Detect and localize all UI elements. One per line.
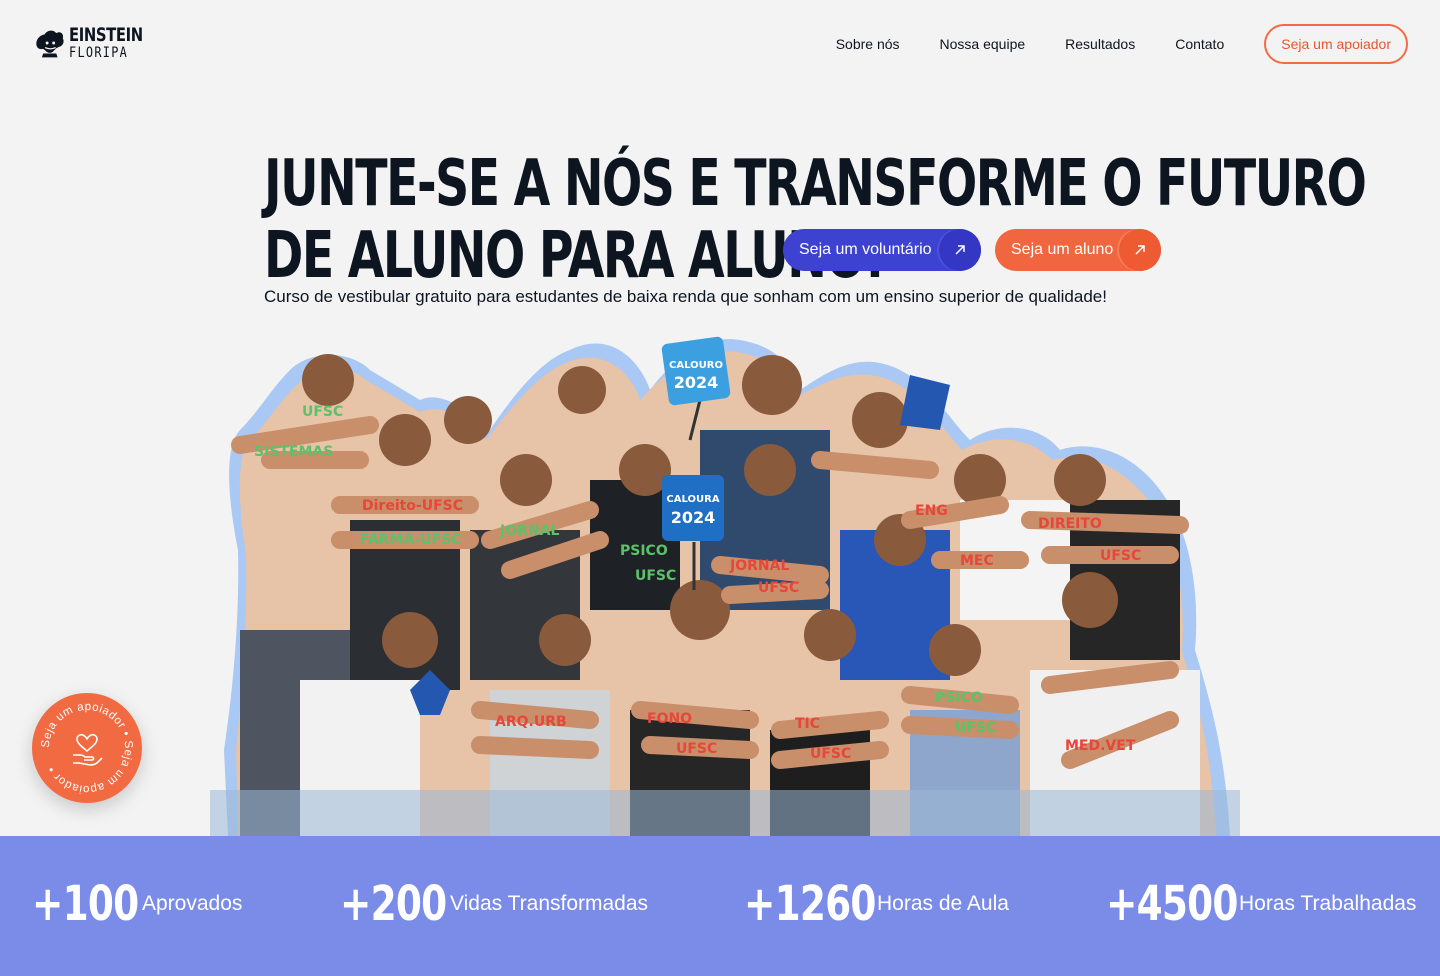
volunteer-button-label: Seja um voluntário xyxy=(799,241,932,258)
stat-approved: +100 Aprovados xyxy=(32,876,242,932)
stat-number: +200 xyxy=(340,876,447,932)
sign-text: 2024 xyxy=(674,373,719,392)
arm-label: ENG xyxy=(915,503,948,519)
arrow-up-right-icon xyxy=(939,229,981,271)
arm-label: UFSC xyxy=(758,580,799,596)
sign-text: CALOURA xyxy=(666,494,719,505)
arm-label: DIREITO xyxy=(1038,516,1102,532)
main-nav: Sobre nós Nossa equipe Resultados Contat… xyxy=(836,24,1408,64)
stat-lives: +200 Vidas Transformadas xyxy=(340,876,648,932)
nav-link-sobre[interactable]: Sobre nós xyxy=(836,25,900,63)
supporter-badge[interactable]: Seja um apoiador • Seja um apoiador • xyxy=(32,693,142,803)
arm-label: UFSC xyxy=(810,746,851,762)
arm-label: FONO xyxy=(647,711,692,727)
arm-label: Direito-UFSC xyxy=(362,498,463,514)
brand-line1: EINSTEIN xyxy=(69,24,144,46)
volunteer-button[interactable]: Seja um voluntário xyxy=(783,229,981,271)
student-button-label: Seja um aluno xyxy=(1011,241,1114,258)
badge-text: Seja um apoiador • Seja um apoiador • xyxy=(40,701,134,795)
arm-label: SISTEMAS xyxy=(254,444,333,460)
group-photo: UFSC SISTEMAS Direito-UFSC FARMA-UFSC JO… xyxy=(210,336,1240,836)
stat-number: +1260 xyxy=(744,876,876,932)
nav-link-resultados[interactable]: Resultados xyxy=(1065,25,1135,63)
brand-logo[interactable]: EINSTEIN FLORIPA xyxy=(34,20,164,66)
stat-label: Aprovados xyxy=(142,892,243,915)
stat-label: Horas de Aula xyxy=(877,892,1009,915)
arm-label: ARQ.URB xyxy=(495,714,567,730)
arrow-up-right-icon xyxy=(1119,229,1161,271)
arm-label: UFSC xyxy=(302,404,343,420)
stat-work-hours: +4500 Horas Trabalhadas xyxy=(1106,876,1416,932)
site-header: EINSTEIN FLORIPA Sobre nós Nossa equipe … xyxy=(0,0,1440,86)
heart-hand-icon xyxy=(73,733,103,766)
sign-text: 2024 xyxy=(671,508,716,527)
arm-label: PSICO xyxy=(620,543,668,559)
stats-bar: +100 Aprovados +200 Vidas Transformadas … xyxy=(0,836,1440,976)
arm-label: UFSC xyxy=(1100,548,1141,564)
arm-label: MED.VET xyxy=(1065,738,1136,754)
arm-label: UFSC xyxy=(955,720,996,736)
stat-class-hours: +1260 Horas de Aula xyxy=(744,876,1009,932)
stat-label: Horas Trabalhadas xyxy=(1239,892,1417,915)
arm-label: MEC xyxy=(960,553,994,569)
arm-label: FARMA-UFSC xyxy=(360,532,461,548)
hero-title-line1: JUNTE-SE A NÓS E TRANSFORME O FUTURO xyxy=(264,147,1367,221)
einstein-logo-icon xyxy=(36,30,64,58)
arm-label: UFSC xyxy=(635,568,676,584)
stat-number: +100 xyxy=(32,876,139,932)
arm-label: PSICO xyxy=(935,690,983,706)
hero-actions: Seja um voluntário Seja um aluno xyxy=(783,229,1161,271)
stat-label: Vidas Transformadas xyxy=(450,892,649,915)
arm-label: UFSC xyxy=(676,741,717,757)
supporter-button[interactable]: Seja um apoiador xyxy=(1264,24,1408,64)
hero-subtitle: Curso de vestibular gratuito para estuda… xyxy=(264,287,1107,306)
stat-number: +4500 xyxy=(1106,876,1238,932)
nav-link-contato[interactable]: Contato xyxy=(1175,25,1224,63)
arm-label: TIC xyxy=(795,716,820,732)
arm-label: JORNAL xyxy=(499,523,559,539)
student-button[interactable]: Seja um aluno xyxy=(995,229,1161,271)
brand-line2: FLORIPA xyxy=(69,45,129,61)
sign-text: CALOURO xyxy=(669,360,723,371)
nav-link-equipe[interactable]: Nossa equipe xyxy=(940,25,1026,63)
arm-label: JORNAL xyxy=(729,558,789,574)
